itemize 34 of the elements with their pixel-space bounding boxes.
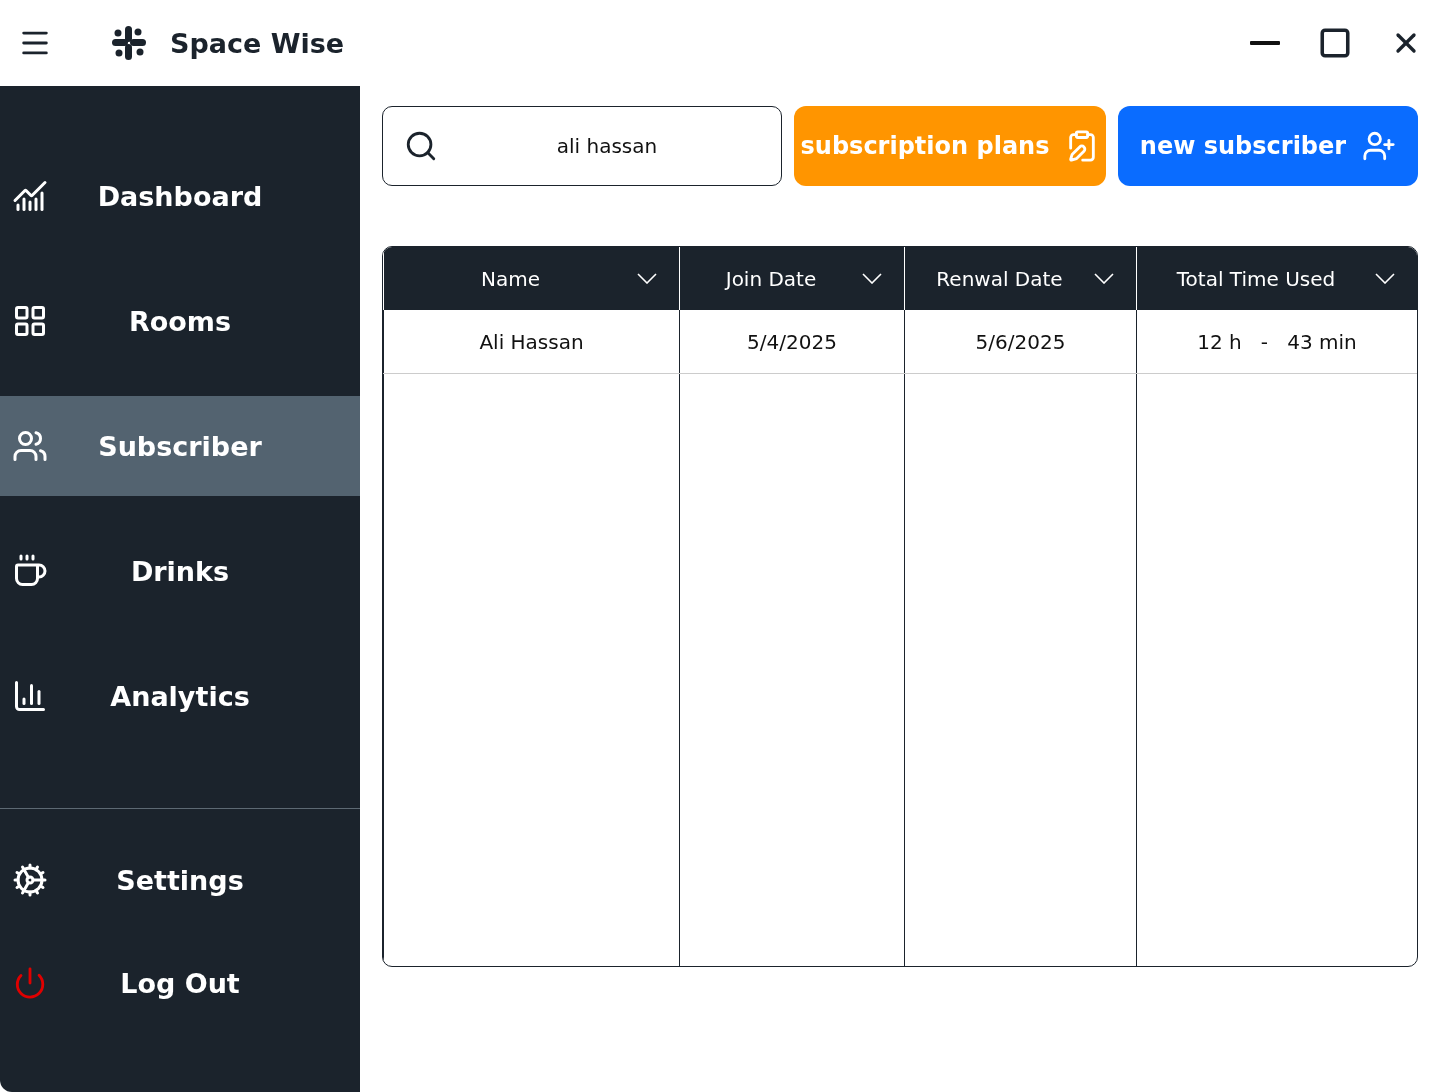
chevron-down-icon (637, 273, 657, 284)
column-header[interactable]: Join Date (679, 247, 905, 310)
action-button[interactable]: new subscriber (1118, 106, 1418, 186)
logout-icon (13, 966, 47, 1000)
sidebar-item[interactable]: Analytics (0, 646, 360, 746)
chevron-down-icon (1094, 273, 1114, 284)
table-cell: 5/4/2025 (679, 310, 905, 374)
table-cell: 12 h - 43 min (1136, 310, 1417, 374)
column-header[interactable]: Name (383, 247, 680, 310)
column-header[interactable]: Renwal Date (904, 247, 1137, 310)
user-plus-icon (1362, 129, 1397, 163)
column-header[interactable]: Total Time Used (1136, 247, 1417, 310)
minimize-icon (1250, 41, 1280, 45)
table-cell: Ali Hassan (383, 310, 680, 374)
chevron-down-icon (1375, 273, 1395, 284)
chevron-down-icon (862, 273, 882, 284)
grid-icon (12, 303, 48, 339)
sidebar-item[interactable]: Dashboard (0, 146, 360, 246)
sidebar-item[interactable]: Drinks (0, 521, 360, 621)
chart-icon (12, 178, 48, 214)
logo-icon (110, 24, 148, 62)
search-field[interactable]: ali hassan (382, 106, 782, 186)
sidebar-item[interactable]: Subscriber (0, 396, 360, 496)
cup-icon (12, 553, 48, 589)
maximize-button[interactable] (1318, 26, 1352, 60)
search-icon (404, 129, 438, 163)
app-title: Space Wise (170, 27, 345, 59)
sidebar-item[interactable]: Rooms (0, 271, 360, 371)
table-cell: 5/6/2025 (904, 310, 1137, 374)
sidebar-item[interactable]: Log Out (0, 942, 360, 1024)
bar-chart-icon (12, 678, 48, 714)
users-icon (12, 428, 48, 464)
sidebar-item[interactable]: Settings (0, 839, 360, 921)
settings-icon (12, 862, 48, 898)
